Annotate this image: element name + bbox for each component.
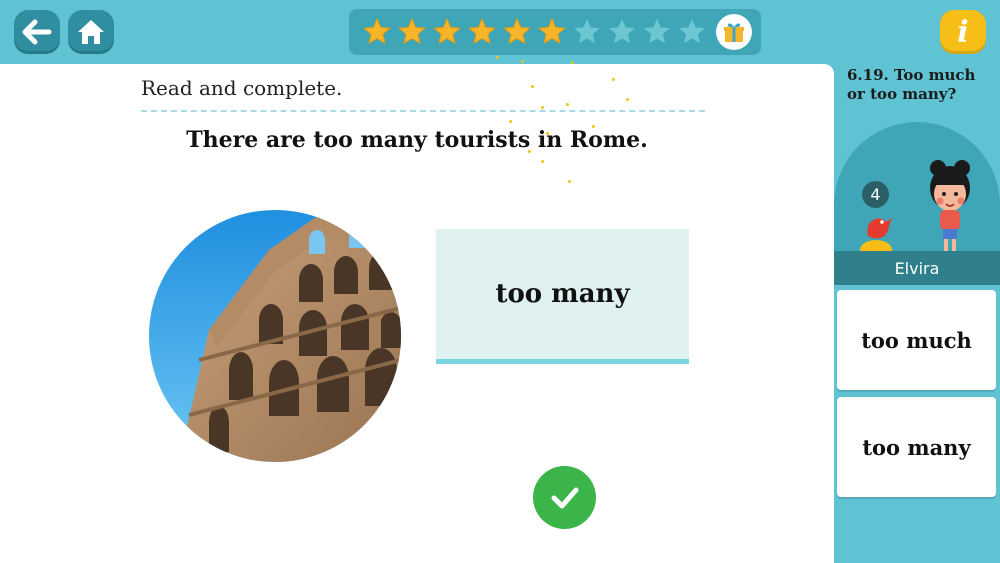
character-name: Elvira	[834, 251, 1000, 285]
home-icon	[78, 20, 104, 44]
star-icon	[604, 15, 639, 50]
home-button[interactable]	[68, 10, 114, 54]
character-area	[834, 122, 1000, 262]
star-icon	[429, 15, 464, 50]
instruction-text: Read and complete.	[141, 76, 343, 100]
info-icon: i	[957, 14, 969, 50]
star-icon	[499, 15, 534, 50]
check-button[interactable]	[533, 466, 596, 529]
star-icon	[464, 15, 499, 50]
exercise-sentence: There are too many tourists in Rome.	[186, 127, 648, 153]
arrow-left-icon	[22, 19, 52, 45]
level-badge: 4	[862, 181, 889, 208]
exercise-panel: Read and complete. There are too many to…	[0, 64, 834, 563]
divider	[141, 110, 705, 112]
star-icon	[534, 15, 569, 50]
star-icon	[674, 15, 709, 50]
star-row	[359, 15, 709, 50]
colosseum-image	[149, 210, 401, 462]
star-icon	[639, 15, 674, 50]
lesson-title: 6.19. Too much or too many?	[847, 66, 976, 103]
option-too-much[interactable]: too much	[837, 290, 996, 390]
answer-box[interactable]: too many	[436, 229, 689, 364]
back-button[interactable]	[14, 10, 60, 54]
star-icon	[394, 15, 429, 50]
gift-button[interactable]	[716, 14, 752, 50]
checkmark-icon	[551, 487, 578, 508]
progress-stars	[349, 9, 761, 55]
gift-icon	[724, 23, 744, 42]
info-button[interactable]: i	[940, 10, 986, 54]
star-icon	[359, 15, 394, 50]
star-icon	[569, 15, 604, 50]
option-too-many[interactable]: too many	[837, 397, 996, 497]
